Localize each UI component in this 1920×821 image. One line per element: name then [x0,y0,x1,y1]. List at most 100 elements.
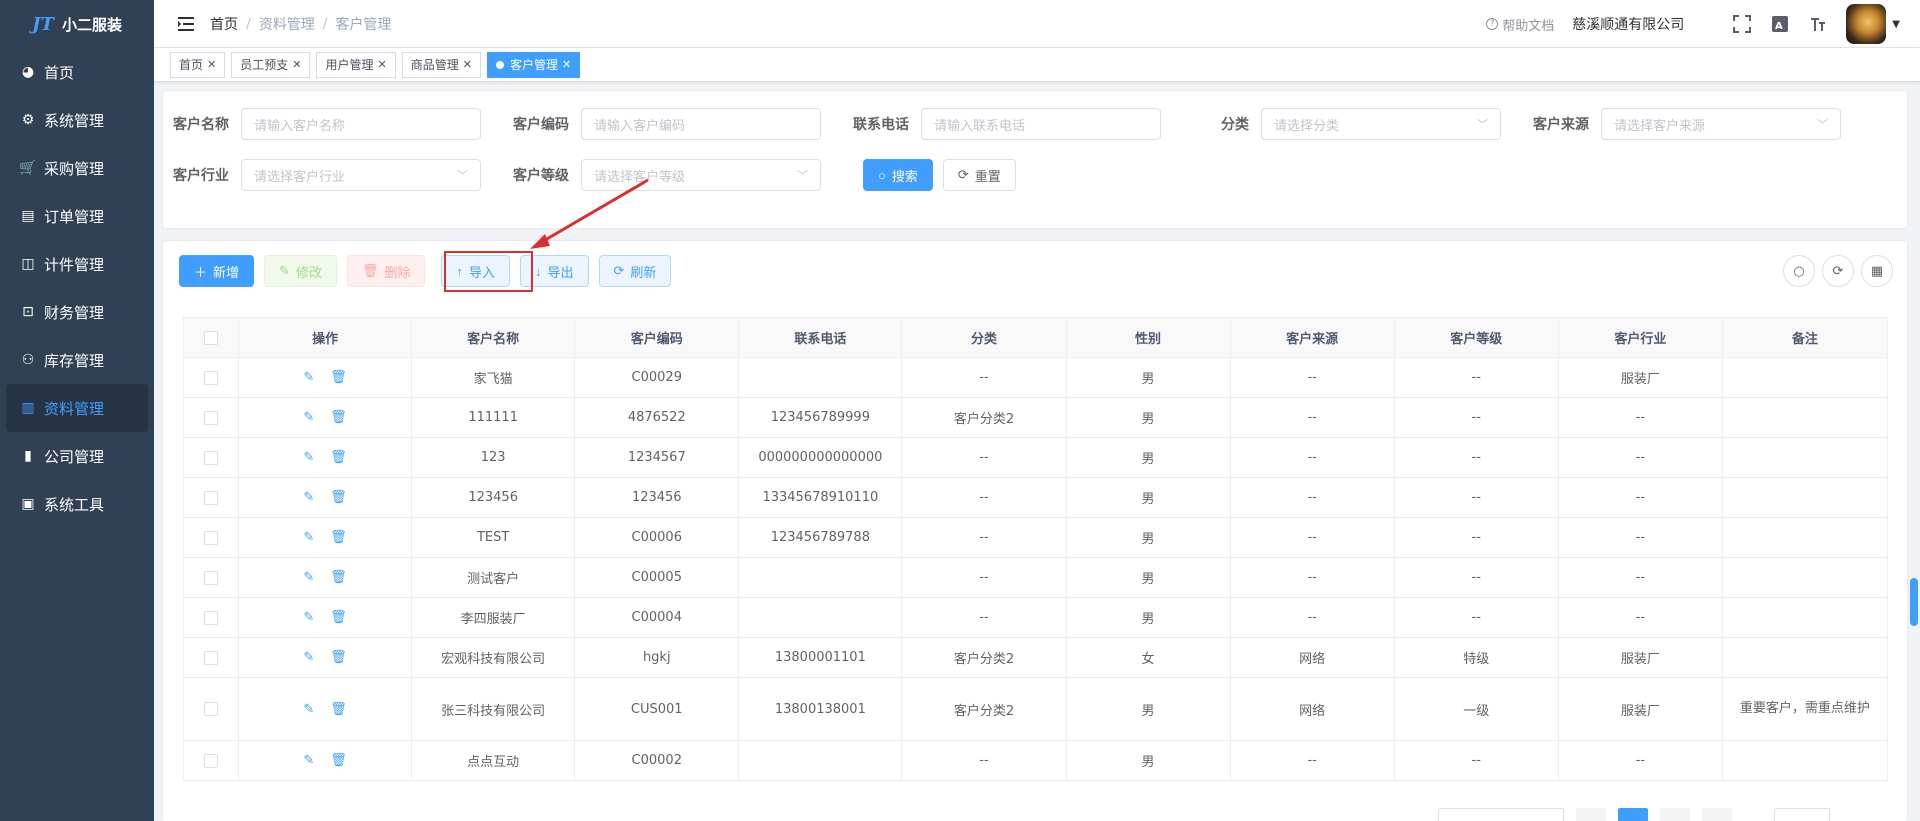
table-card: ＋新增 ✎ 修改 🗑 删除 ↑ 导入 ↓ 导出 ⟳ 刷新 ○ ⟳ ▦ 操作 客户名称 客户编码… [162,240,1908,821]
edit-icon[interactable]: ✎ [303,702,314,717]
row-checkbox[interactable] [204,753,219,768]
sidebar-item-piecework[interactable]: ◫ 计件管理 [0,240,154,288]
refresh-button[interactable]: ⟳ 刷新 [598,255,672,287]
close-icon[interactable]: ✕ [207,58,216,71]
sidebar-item-data[interactable]: ▥ 资料管理 [6,384,148,432]
trash-icon[interactable]: 🗑 [330,490,347,505]
search-button[interactable]: ○ 搜索 [863,159,933,191]
sidebar-item-inventory[interactable]: ⚇ 库存管理 [0,336,154,384]
select-all-checkbox[interactable] [204,330,219,345]
edit-icon[interactable]: ✎ [303,530,314,545]
row-checkbox[interactable] [204,370,219,385]
row-checkbox[interactable] [204,530,219,545]
source-label: 客户来源 [1533,117,1589,133]
customer-name-input[interactable]: 请输入客户名称 [241,108,481,140]
tab-tag[interactable]: 商品管理 ✕ [401,51,481,78]
page-2-button[interactable] [1660,808,1690,821]
table-cell: -- [1229,357,1395,398]
edit-icon[interactable]: ✎ [303,650,314,665]
row-checkbox[interactable] [204,702,219,716]
edit-icon[interactable]: ✎ [303,570,314,585]
category-select[interactable]: 请选择分类 ﹀ [1261,108,1501,140]
tab-tag[interactable]: 客户管理 ✕ [486,51,581,78]
import-button[interactable]: ↑ 导入 [441,255,510,287]
row-checkbox[interactable] [204,450,219,465]
close-icon[interactable]: ✕ [377,58,386,71]
trash-icon[interactable]: 🗑 [330,753,347,768]
help-docs-link[interactable]: ? 帮助文档 [1486,15,1554,34]
add-button[interactable]: ＋新增 [179,255,255,287]
edit-button[interactable]: ✎ 修改 [264,255,337,287]
refresh-table-button[interactable]: ⟳ [1822,255,1854,287]
trash-icon[interactable]: 🗑 [330,410,347,425]
tab-tag[interactable]: 首页 ✕ [170,51,226,78]
trash-icon[interactable]: 🗑 [330,650,347,665]
table-cell: -- [1557,397,1723,438]
table-cell [1721,637,1889,678]
trash-icon[interactable]: 🗑 [330,570,347,585]
row-checkbox[interactable] [204,410,219,425]
page-3-button[interactable] [1702,808,1732,821]
tab-tag[interactable]: 员工预支 ✕ [231,51,311,78]
trash-icon[interactable]: 🗑 [330,702,347,717]
customer-code-input[interactable]: 请输入客户编码 [581,108,821,140]
edit-icon[interactable]: ✎ [303,610,314,625]
sidebar-item-company[interactable]: ▮ 公司管理 [0,432,154,480]
table-cell: -- [1393,597,1559,638]
edit-icon[interactable]: ✎ [303,450,314,465]
row-checkbox[interactable] [204,610,219,625]
sidebar-item-finance[interactable]: ⊡ 财务管理 [0,288,154,336]
trash-icon[interactable]: 🗑 [330,370,347,385]
trash-icon[interactable]: 🗑 [330,530,347,545]
page-size-select[interactable] [1438,808,1564,821]
jump-input[interactable] [1774,808,1830,821]
row-checkbox[interactable] [204,570,219,585]
close-icon[interactable]: ✕ [562,58,571,71]
table-row: ✎ 🗑 测试客户 C00005 -- 男 -- -- -- [182,557,1889,598]
source-select[interactable]: 请选择客户来源 ﹀ [1601,108,1841,140]
trash-icon[interactable]: 🗑 [330,450,347,465]
breadcrumb: 首页 / 资料管理 / 客户管理 [210,14,392,34]
industry-select[interactable]: 请选择客户行业 ﹀ [241,159,481,191]
page-1-button[interactable] [1618,808,1648,821]
edit-icon[interactable]: ✎ [303,753,314,768]
trash-icon[interactable]: 🗑 [330,610,347,625]
row-checkbox[interactable] [204,490,219,505]
fullscreen-icon[interactable] [1732,14,1752,34]
edit-icon[interactable]: ✎ [303,410,314,425]
sidebar-item-home[interactable]: ◕ 首页 [0,48,154,96]
font-size-icon[interactable] [1808,14,1828,34]
table-cell: 123 [411,437,576,478]
phone-input[interactable]: 请输入联系电话 [921,108,1161,140]
prev-page-button[interactable] [1576,808,1606,821]
hamburger-icon[interactable] [166,16,206,31]
navbar: 首页 / 资料管理 / 客户管理 ? 帮助文档 慈溪顺通有限公司 A ▼ [154,0,1920,48]
user-menu[interactable]: ▼ [1846,4,1900,44]
table-cell: -- [1393,517,1559,558]
sidebar-item-system[interactable]: ⚙ 系统管理 [0,96,154,144]
table-cell: 网络 [1229,677,1395,741]
table-cell: 服装厂 [1557,677,1723,741]
close-icon[interactable]: ✕ [292,58,301,71]
row-checkbox[interactable] [204,650,219,665]
sidebar-item-purchase[interactable]: 🛒 采购管理 [0,144,154,192]
edit-icon[interactable]: ✎ [303,490,314,505]
close-icon[interactable]: ✕ [463,58,472,71]
language-icon[interactable]: A [1770,14,1790,34]
export-button[interactable]: ↓ 导出 [520,255,589,287]
tab-tag[interactable]: 用户管理 ✕ [316,51,396,78]
sidebar-item-order[interactable]: ▤ 订单管理 [0,192,154,240]
breadcrumb-home[interactable]: 首页 [210,14,238,34]
search-toggle-button[interactable]: ○ [1783,255,1815,287]
question-icon: ? [1486,18,1499,30]
reset-button[interactable]: ⟳ 重置 [942,159,1016,191]
grid-icon: ▦ [1870,263,1884,279]
logo[interactable]: JT 小二服装 [0,0,154,48]
sidebar-item-tools[interactable]: ▣ 系统工具 [0,480,154,528]
delete-button[interactable]: 🗑 删除 [346,255,426,287]
level-select[interactable]: 请选择客户等级 ﹀ [581,159,821,191]
edit-icon[interactable]: ✎ [303,370,314,385]
columns-button[interactable]: ▦ [1861,255,1893,287]
scrollbar-thumb[interactable] [1910,578,1918,626]
edit-icon: ✎ [279,263,290,278]
